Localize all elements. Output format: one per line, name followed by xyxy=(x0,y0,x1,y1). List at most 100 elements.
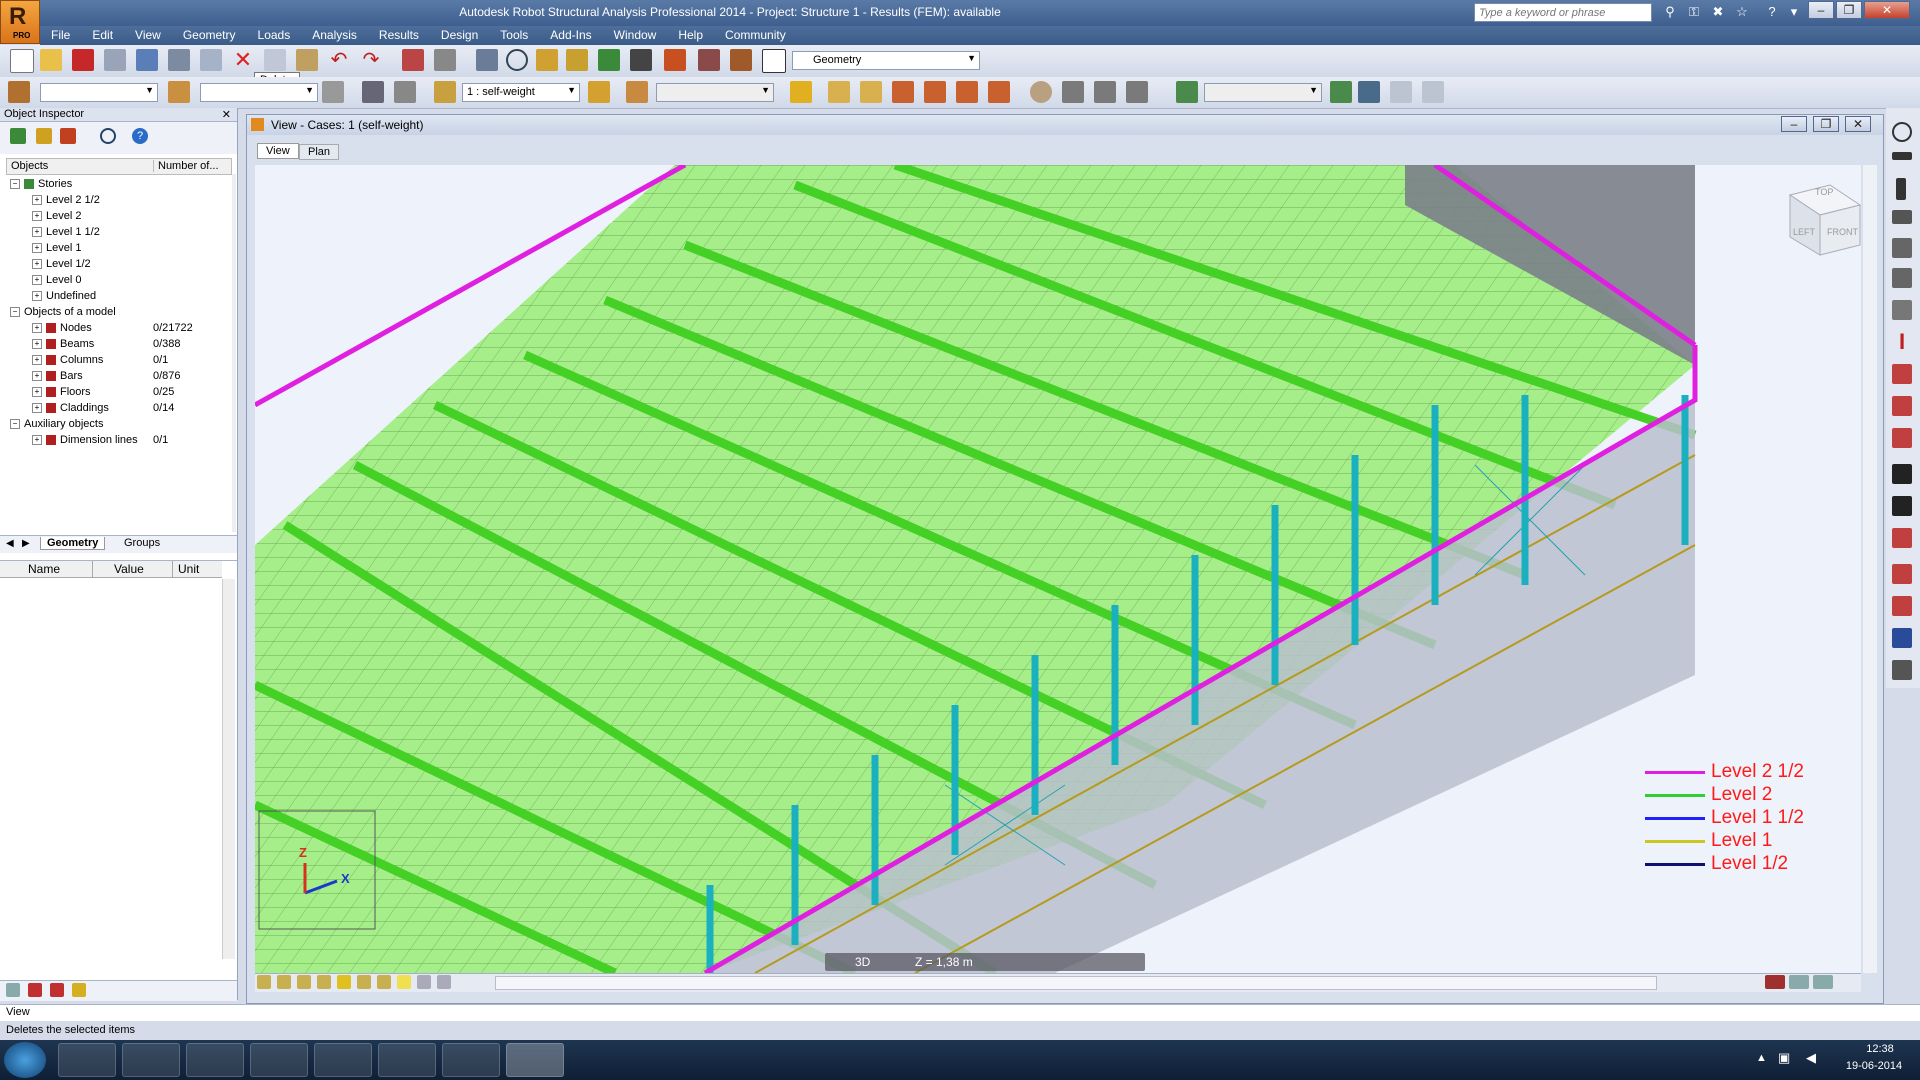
tree-item[interactable]: + Level 2 xyxy=(32,210,81,222)
story-up-icon[interactable] xyxy=(1330,81,1352,103)
material-tool-icon[interactable] xyxy=(1892,396,1912,416)
section-definition-icon[interactable] xyxy=(698,49,720,71)
tree-item[interactable]: + Level 1 1/2 xyxy=(32,226,100,238)
view-restore-button[interactable]: ❐ xyxy=(1813,116,1839,132)
display-icon[interactable] xyxy=(1062,81,1084,103)
display-attributes-icon[interactable] xyxy=(1094,81,1116,103)
vertical-scrollbar[interactable] xyxy=(1863,165,1877,973)
question-icon[interactable] xyxy=(322,81,344,103)
outlook-icon[interactable] xyxy=(250,1043,308,1077)
preferences-icon[interactable] xyxy=(730,49,752,71)
restore-button[interactable]: ❐ xyxy=(1836,1,1862,19)
menu-results[interactable]: Results xyxy=(379,26,419,42)
view-tool-8-icon[interactable] xyxy=(397,975,411,989)
tree-item[interactable]: + Floors xyxy=(32,386,91,398)
tree-item[interactable]: + Beams xyxy=(32,338,94,350)
subscription-icon[interactable]: ✖ xyxy=(1708,3,1728,21)
network-icon[interactable]: ▣ xyxy=(1778,1050,1790,1066)
save-icon[interactable] xyxy=(72,49,94,71)
view-tool-7-icon[interactable] xyxy=(377,975,391,989)
new-file-icon[interactable] xyxy=(10,49,34,73)
frame-tool-icon[interactable] xyxy=(1892,496,1912,516)
camera-icon[interactable] xyxy=(200,49,222,71)
view-tool-2-icon[interactable] xyxy=(277,975,291,989)
expand-icon[interactable]: + xyxy=(32,387,42,398)
menu-design[interactable]: Design xyxy=(441,26,478,42)
tab-groups[interactable]: Groups xyxy=(118,537,166,549)
mesh-panels-icon[interactable] xyxy=(860,81,882,103)
tree-item[interactable]: + Claddings xyxy=(32,402,109,414)
tree-item[interactable]: − Auxiliary objects xyxy=(10,418,103,430)
mesh-tool-icon[interactable] xyxy=(1892,596,1912,616)
combinations-tool-icon[interactable] xyxy=(1892,564,1912,584)
collapse-icon[interactable]: − xyxy=(10,307,20,318)
structure-icon[interactable] xyxy=(6,983,20,997)
menu-community[interactable]: Community xyxy=(725,26,786,42)
delete-icon[interactable]: ✕ xyxy=(232,49,254,71)
combination-icon[interactable] xyxy=(626,81,648,103)
results-tab-icon[interactable] xyxy=(50,983,64,997)
menu-addins[interactable]: Add-Ins xyxy=(550,26,591,42)
expand-icon[interactable]: + xyxy=(32,243,42,254)
view-tool-1-icon[interactable] xyxy=(257,975,271,989)
file-explorer-icon[interactable] xyxy=(122,1043,180,1077)
z-level[interactable]: Z = 1,38 m xyxy=(915,955,973,969)
tree-item[interactable]: + Level 2 1/2 xyxy=(32,194,100,206)
tree-item[interactable]: + Columns xyxy=(32,354,103,366)
menu-tools[interactable]: Tools xyxy=(500,26,528,42)
selection-icon[interactable] xyxy=(8,81,30,103)
paste-icon[interactable] xyxy=(296,49,318,71)
node-select-icon[interactable] xyxy=(168,81,190,103)
report-tool-icon[interactable] xyxy=(1892,660,1912,680)
undo-icon[interactable]: ↶ xyxy=(328,49,350,71)
view-tool-10-icon[interactable] xyxy=(437,975,451,989)
expand-icon[interactable]: + xyxy=(32,339,42,350)
print-preview-icon[interactable] xyxy=(136,49,158,71)
panels-icon[interactable] xyxy=(828,81,850,103)
col-name[interactable]: Name xyxy=(28,562,60,576)
menu-analysis[interactable]: Analysis xyxy=(312,26,357,42)
tree-item[interactable]: + Bars xyxy=(32,370,83,382)
combination-combo[interactable]: ▼ xyxy=(656,83,774,102)
search-icon[interactable] xyxy=(100,128,116,144)
story-help-icon[interactable] xyxy=(1358,81,1380,103)
zoom-all-icon[interactable] xyxy=(536,49,558,71)
tree-item[interactable]: + Undefined xyxy=(32,290,96,302)
stories-toolbar-icon[interactable] xyxy=(1176,81,1198,103)
menu-window[interactable]: Window xyxy=(614,26,657,42)
mesh-icon[interactable] xyxy=(664,49,686,71)
filters-icon[interactable] xyxy=(1126,81,1148,103)
help-icon[interactable]: ? xyxy=(1762,3,1782,21)
key-icon[interactable]: ⚿ xyxy=(1684,3,1704,21)
tab-geometry[interactable]: Geometry xyxy=(40,537,106,550)
tab-plan[interactable]: Plan xyxy=(299,144,340,160)
collapse-icon[interactable]: − xyxy=(10,419,20,430)
firefox-icon[interactable] xyxy=(378,1043,436,1077)
beam-tool-icon[interactable] xyxy=(1892,152,1912,160)
start-button[interactable] xyxy=(4,1042,46,1078)
offsets-icon[interactable] xyxy=(956,81,978,103)
story-table-icon[interactable] xyxy=(1390,81,1412,103)
col-value[interactable]: Value xyxy=(114,562,144,576)
loads-icon[interactable] xyxy=(988,81,1010,103)
tables-icon[interactable] xyxy=(402,49,424,71)
robot-taskbar-icon[interactable] xyxy=(506,1043,564,1077)
col-unit[interactable]: Unit xyxy=(178,562,199,576)
selection-combo[interactable]: ▼ xyxy=(40,83,158,102)
col-objects[interactable]: Objects xyxy=(11,160,48,172)
col-number[interactable]: Number of... xyxy=(153,160,219,172)
expand-icon[interactable]: + xyxy=(32,227,42,238)
word-icon[interactable] xyxy=(442,1043,500,1077)
structure-model-icon[interactable] xyxy=(598,49,620,71)
slab-tool-icon[interactable] xyxy=(1892,210,1912,224)
load-definition-icon[interactable] xyxy=(588,81,610,103)
view-tool-4-icon[interactable] xyxy=(317,975,331,989)
chevron-right-icon[interactable]: ▶ xyxy=(22,538,30,549)
load-tool-icon[interactable] xyxy=(1892,528,1912,548)
expand-icon[interactable]: + xyxy=(32,211,42,222)
copy-icon[interactable] xyxy=(264,49,286,71)
expand-icon[interactable]: + xyxy=(32,403,42,414)
search-input[interactable] xyxy=(1474,3,1652,22)
releases-icon[interactable] xyxy=(924,81,946,103)
tree-item[interactable]: + Level 0 xyxy=(32,274,81,286)
